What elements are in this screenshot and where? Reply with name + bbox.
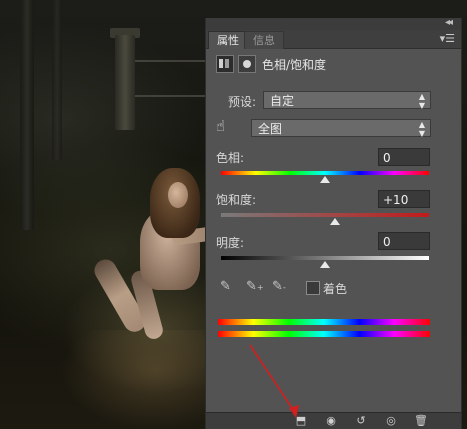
preset-select[interactable]: 自定 ▲ ▼ bbox=[263, 91, 431, 110]
tree-trunk bbox=[20, 0, 34, 230]
panel-tab-bar: 属性 信息 ▾☰ bbox=[206, 30, 461, 49]
fence-rail bbox=[135, 95, 205, 97]
fence-post bbox=[115, 35, 135, 130]
lightness-slider-thumb[interactable] bbox=[320, 261, 330, 268]
lightness-label: 明度: bbox=[216, 236, 245, 250]
colorize-checkbox[interactable] bbox=[306, 281, 320, 295]
figure-face bbox=[168, 182, 188, 208]
panel-footer: ⬒ ◉ ↺ ◎ 🗑 bbox=[206, 412, 461, 429]
saturation-value-field[interactable]: +10 bbox=[378, 190, 430, 208]
view-previous-state-icon[interactable]: ◉ bbox=[322, 414, 340, 428]
colorize-label: 着色 bbox=[323, 282, 348, 296]
hue-value-field[interactable]: 0 bbox=[378, 148, 430, 166]
tab-info[interactable]: 信息 bbox=[244, 31, 284, 49]
eyedropper-plus-icon[interactable]: ✎+ bbox=[246, 279, 264, 297]
eyedropper-minus-icon[interactable]: ✎- bbox=[272, 279, 290, 297]
hue-slider-thumb[interactable] bbox=[320, 176, 330, 183]
saturation-label: 饱和度: bbox=[216, 193, 257, 207]
select-arrows-icon: ▲ ▼ bbox=[418, 120, 425, 138]
reset-icon[interactable]: ↺ bbox=[352, 414, 370, 428]
targeted-adjustment-hand-icon[interactable]: ☝ bbox=[216, 117, 236, 137]
visibility-eye-icon[interactable]: ◎ bbox=[382, 414, 400, 428]
adjustment-layer-icon[interactable] bbox=[216, 55, 234, 73]
tab-properties[interactable]: 属性 bbox=[208, 31, 248, 49]
range-value: 全图 bbox=[258, 122, 283, 136]
tree-trunk bbox=[52, 0, 62, 160]
preset-value: 自定 bbox=[270, 94, 295, 108]
hue-label: 色相: bbox=[216, 151, 245, 165]
lightness-value-field[interactable]: 0 bbox=[378, 232, 430, 250]
lightness-slider-track[interactable] bbox=[221, 256, 429, 260]
hue-slider-track[interactable] bbox=[221, 171, 429, 175]
select-arrows-icon: ▲ ▼ bbox=[418, 92, 425, 110]
properties-panel: ◂◂ 属性 信息 ▾☰ 色相/饱和度 预设: 自定 ▲ ▼ ☝ 全图 ▲ ▼ 色相:… bbox=[205, 17, 462, 429]
fence-rail bbox=[135, 60, 205, 62]
double-chevron-left-icon[interactable]: ◂◂ bbox=[445, 17, 453, 28]
layer-mask-icon[interactable] bbox=[238, 55, 256, 73]
input-color-bar bbox=[218, 319, 430, 325]
output-color-bar bbox=[218, 331, 430, 337]
preset-label: 预设: bbox=[228, 95, 257, 109]
panel-menu-icon[interactable]: ▾☰ bbox=[440, 32, 455, 45]
saturation-slider-track[interactable] bbox=[221, 213, 429, 217]
adjustment-title: 色相/饱和度 bbox=[262, 58, 327, 72]
clip-to-layer-icon[interactable]: ⬒ bbox=[292, 414, 310, 428]
saturation-slider-thumb[interactable] bbox=[330, 218, 341, 225]
trash-icon[interactable]: 🗑 bbox=[412, 414, 430, 428]
eyedropper-icon[interactable]: ✎ bbox=[220, 279, 238, 297]
range-select[interactable]: 全图 ▲ ▼ bbox=[251, 119, 431, 138]
